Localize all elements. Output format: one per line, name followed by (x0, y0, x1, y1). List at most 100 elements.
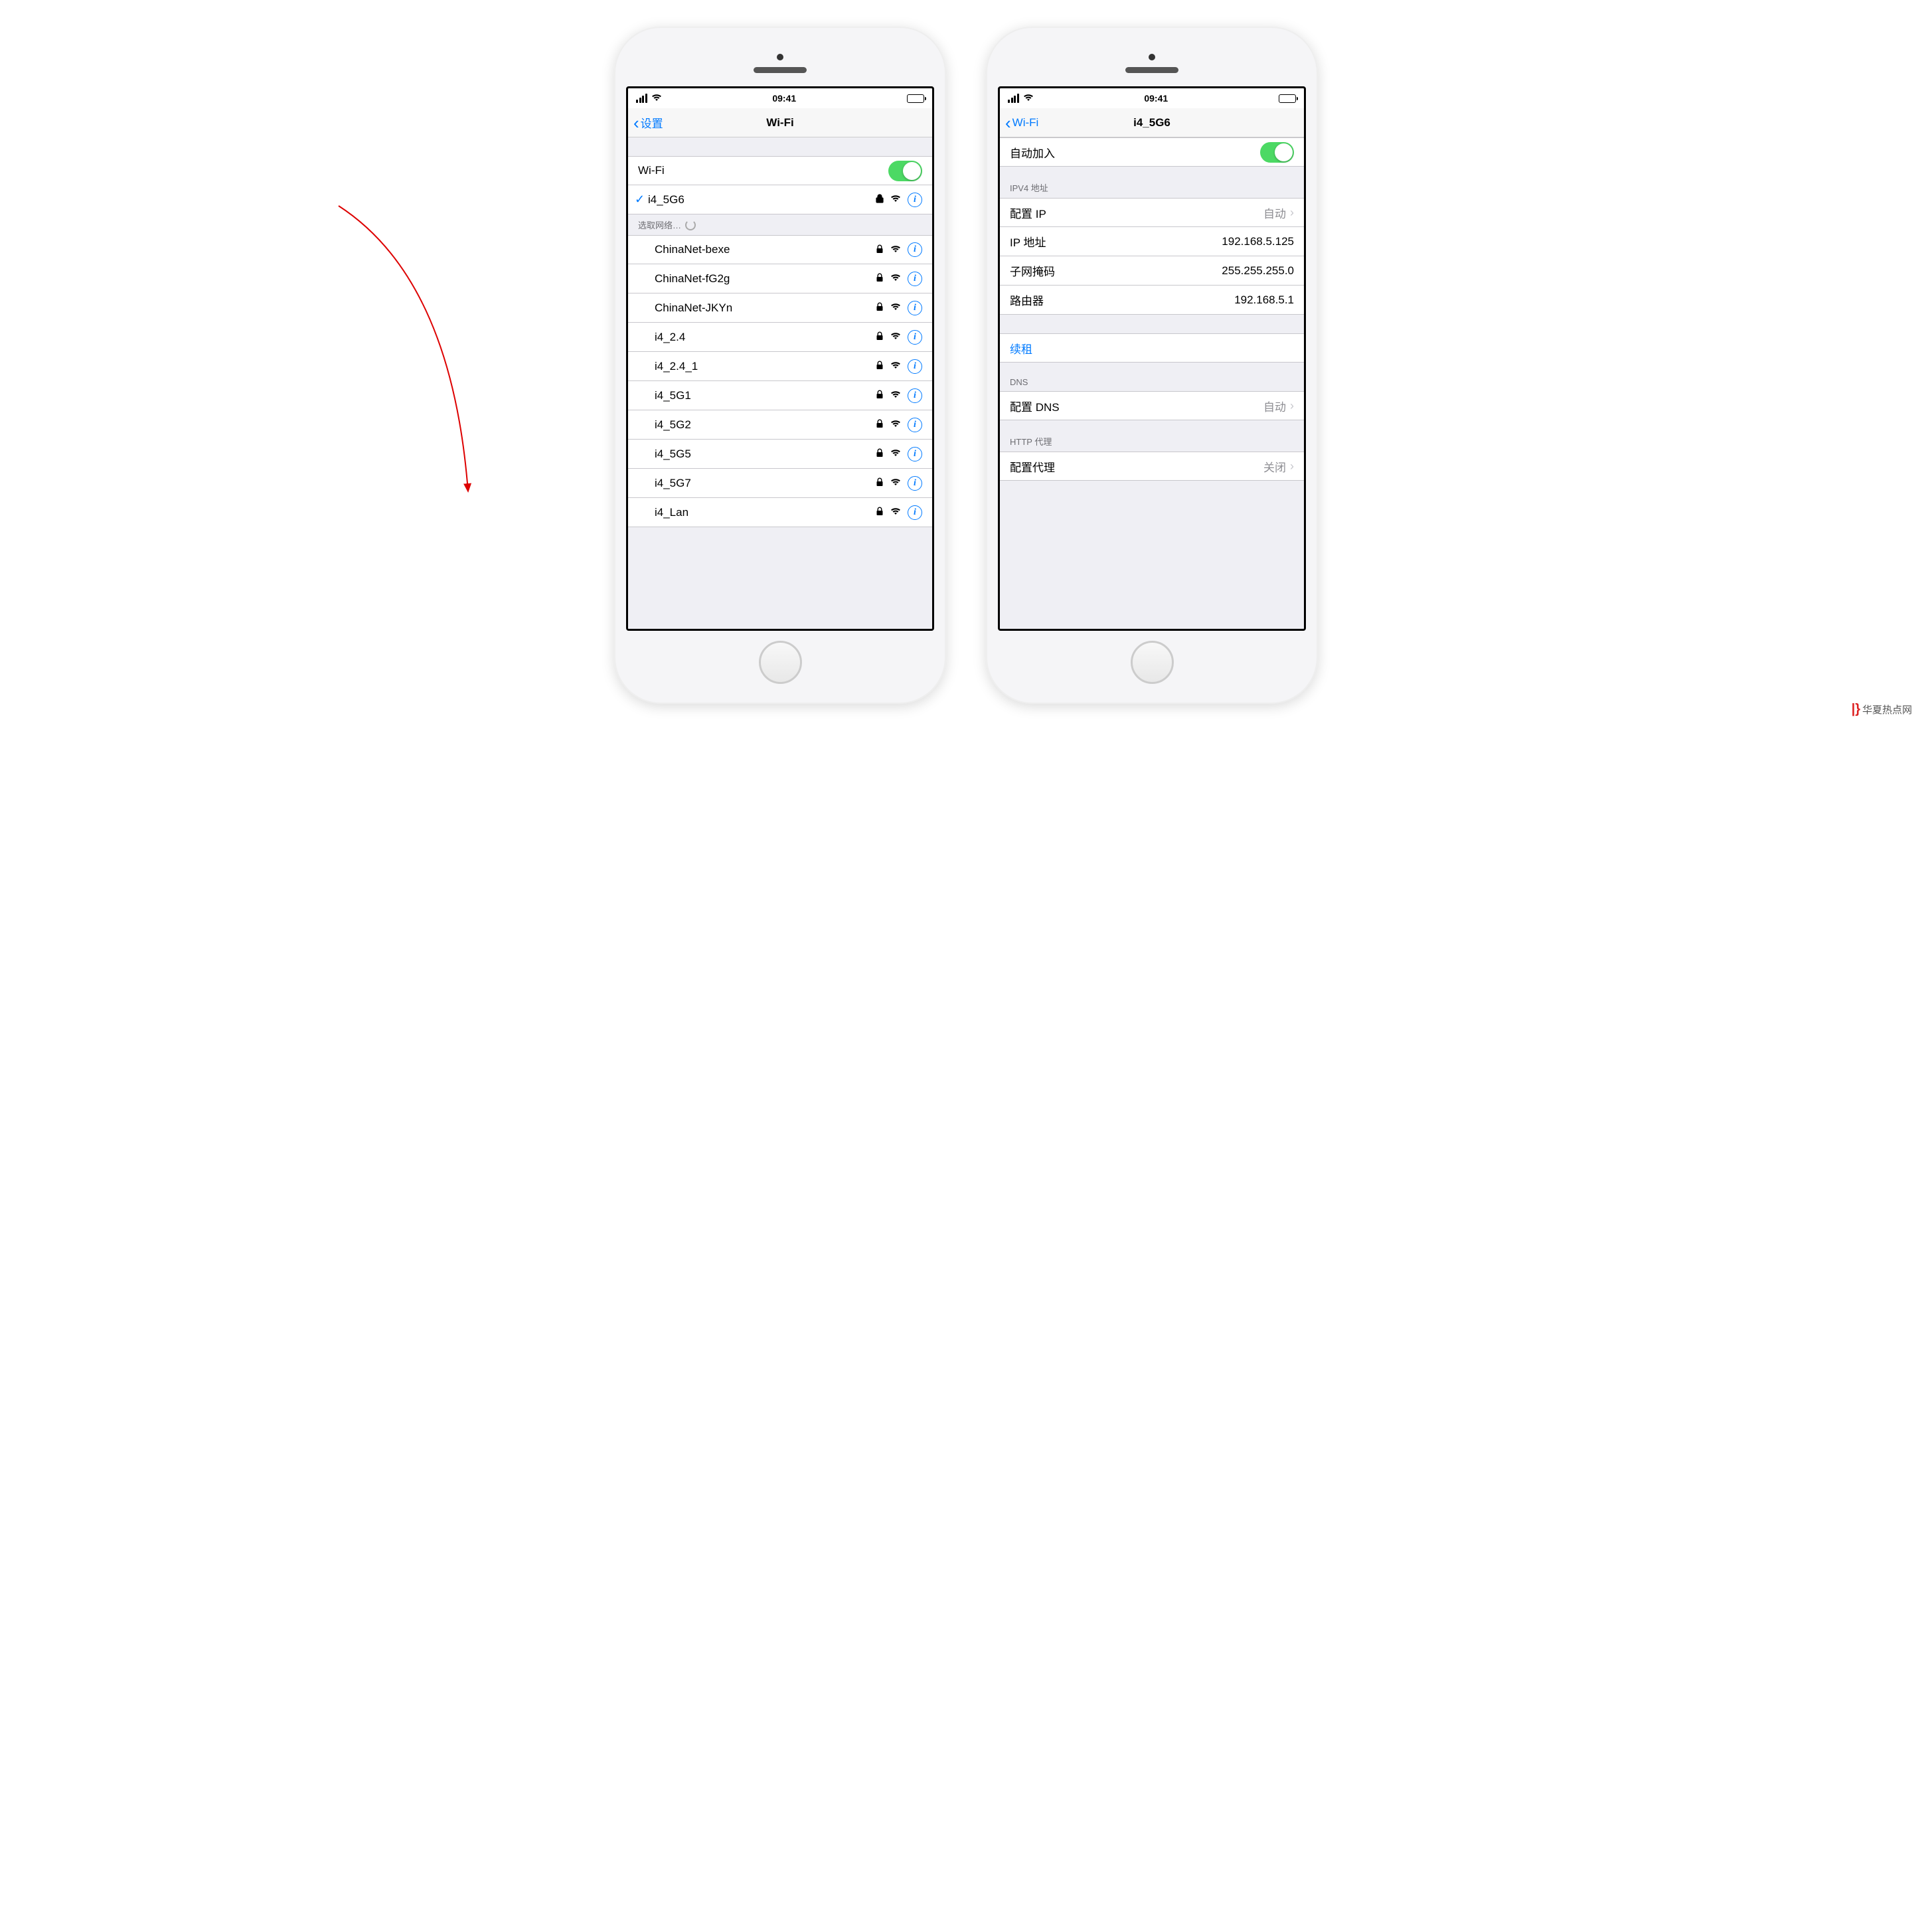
info-icon[interactable]: i (908, 388, 922, 403)
watermark: |} 华夏热点网 (1852, 702, 1912, 717)
network-name: i4_2.4_1 (655, 360, 876, 373)
ipv4-section-header: IPV4 地址 (1000, 167, 1304, 198)
wifi-status-icon (651, 93, 662, 104)
configure-ip-label: 配置 IP (1010, 205, 1263, 221)
speaker-grill (754, 67, 807, 73)
network-detail-content: 自动加入 IPV4 地址 配置 IP 自动 › IP 地址 192.168.5.… (1000, 137, 1304, 629)
network-row[interactable]: ChinaNet-fG2g i (628, 264, 932, 293)
nav-bar: ‹ 设置 Wi-Fi (628, 108, 932, 137)
info-icon[interactable]: i (908, 447, 922, 461)
camera-dot (777, 54, 783, 60)
lock-icon (876, 273, 884, 284)
info-icon[interactable]: i (908, 242, 922, 257)
screen-left: 09:41 ‹ 设置 Wi-Fi Wi-Fi ✓ i4_5G6 (626, 86, 934, 631)
wifi-strength-icon (890, 448, 901, 459)
page-title: i4_5G6 (1000, 116, 1304, 129)
phone-hardware-top (998, 40, 1306, 86)
back-button[interactable]: ‹ 设置 (633, 114, 663, 131)
subnet-mask-label: 子网掩码 (1010, 262, 1222, 279)
renew-lease-label: 续租 (1010, 340, 1032, 357)
network-row[interactable]: i4_5G7 i (628, 469, 932, 498)
proxy-section-header: HTTP 代理 (1000, 420, 1304, 452)
lock-icon (876, 448, 884, 459)
wifi-toggle-switch[interactable] (888, 161, 922, 181)
lock-icon (876, 302, 884, 313)
network-row[interactable]: i4_5G2i (628, 410, 932, 440)
auto-join-toggle[interactable] (1260, 142, 1294, 163)
info-icon[interactable]: i (908, 272, 922, 286)
network-row[interactable]: i4_5G5 i (628, 440, 932, 469)
network-name: i4_2.4 (655, 331, 876, 344)
configure-dns-value: 自动 (1263, 398, 1286, 414)
wifi-toggle-row[interactable]: Wi-Fi (628, 156, 932, 185)
battery-icon (1279, 94, 1296, 103)
router-value: 192.168.5.1 (1234, 293, 1294, 307)
wifi-strength-icon (890, 390, 901, 401)
info-icon[interactable]: i (908, 301, 922, 315)
wifi-strength-icon (890, 419, 901, 430)
wifi-status-icon (1023, 93, 1034, 104)
home-button[interactable] (759, 641, 802, 684)
info-icon[interactable]: i (908, 476, 922, 491)
choose-network-header: 选取网络… (628, 214, 932, 235)
lock-icon (876, 419, 884, 430)
home-button[interactable] (1131, 641, 1174, 684)
back-label: Wi-Fi (1012, 116, 1039, 129)
network-row[interactable]: i4_5G1 i (628, 381, 932, 410)
phone-hardware-top (626, 40, 934, 86)
subnet-mask-row: 子网掩码 255.255.255.0 (1000, 256, 1304, 286)
lock-icon (876, 477, 884, 489)
auto-join-row[interactable]: 自动加入 (1000, 137, 1304, 167)
ip-address-label: IP 地址 (1010, 233, 1222, 250)
network-row[interactable]: i4_2.4 i (628, 323, 932, 352)
renew-lease-button[interactable]: 续租 (1000, 333, 1304, 363)
status-bar: 09:41 (1000, 88, 1304, 108)
screen-right: 09:41 ‹ Wi-Fi i4_5G6 自动加入 IPV4 地址 配置 IP … (998, 86, 1306, 631)
status-time: 09:41 (772, 93, 796, 104)
camera-dot (1149, 54, 1155, 60)
network-row[interactable]: ChinaNet-JKYn i (628, 293, 932, 323)
router-label: 路由器 (1010, 291, 1234, 308)
wifi-strength-icon (890, 507, 901, 518)
info-icon[interactable]: i (908, 418, 922, 432)
network-list: ChinaNet-bexeiChinaNet-fG2giChinaNet-JKY… (628, 235, 932, 527)
info-icon[interactable]: i (908, 359, 922, 374)
dns-section-header: DNS (1000, 363, 1304, 391)
current-network-row[interactable]: ✓ i4_5G6 i (628, 185, 932, 214)
status-bar: 09:41 (628, 88, 932, 108)
cellular-signal-icon (1008, 94, 1019, 103)
configure-ip-row[interactable]: 配置 IP 自动 › (1000, 198, 1304, 227)
lock-icon (876, 390, 884, 401)
auto-join-label: 自动加入 (1010, 144, 1260, 161)
annotation-arrow (319, 199, 518, 518)
wifi-strength-icon (890, 477, 901, 489)
watermark-text: 华夏热点网 (1862, 703, 1912, 716)
chevron-left-icon: ‹ (633, 114, 639, 131)
network-name: i4_5G5 (655, 448, 876, 461)
wifi-strength-icon (890, 331, 901, 343)
network-name: i4_Lan (655, 506, 876, 519)
lock-icon (876, 507, 884, 518)
network-name: ChinaNet-JKYn (655, 301, 876, 315)
configure-dns-row[interactable]: 配置 DNS 自动 › (1000, 391, 1304, 420)
lock-icon (876, 331, 884, 343)
configure-proxy-row[interactable]: 配置代理 关闭 › (1000, 452, 1304, 481)
info-icon[interactable]: i (908, 505, 922, 520)
subnet-mask-value: 255.255.255.0 (1222, 264, 1294, 278)
info-icon[interactable]: i (908, 193, 922, 207)
info-icon[interactable]: i (908, 330, 922, 345)
network-name: ChinaNet-fG2g (655, 272, 876, 286)
network-name: i4_5G1 (655, 389, 876, 402)
network-name: ChinaNet-bexe (655, 243, 876, 256)
watermark-logo-icon: |} (1852, 702, 1860, 717)
configure-proxy-value: 关闭 (1263, 458, 1286, 475)
network-name: i4_5G7 (655, 477, 876, 490)
back-button[interactable]: ‹ Wi-Fi (1005, 114, 1038, 131)
wifi-strength-icon (890, 273, 901, 284)
lock-icon (876, 244, 884, 256)
network-row[interactable]: ChinaNet-bexe i (628, 235, 932, 264)
network-row[interactable]: i4_2.4_1 i (628, 352, 932, 381)
ip-address-value: 192.168.5.125 (1222, 235, 1294, 248)
status-time: 09:41 (1144, 93, 1168, 104)
network-row[interactable]: i4_Lan i (628, 498, 932, 527)
